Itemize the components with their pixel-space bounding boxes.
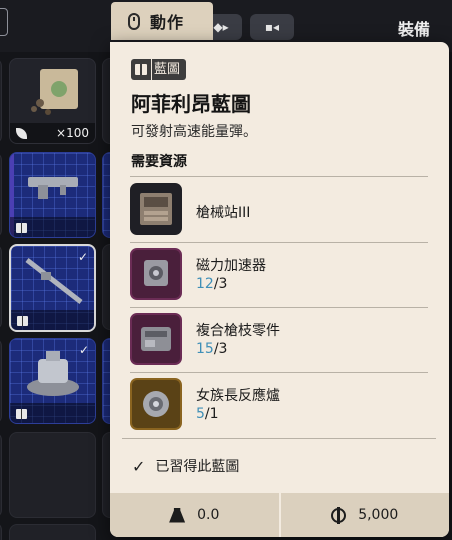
requirement-count: 5/1	[196, 406, 219, 422]
leaf-icon	[16, 128, 27, 139]
slot-footer: ×100	[10, 123, 95, 143]
requirement-name: 磁力加速器	[196, 258, 266, 274]
price-value: 5,000	[358, 507, 399, 523]
learned-status: ✓ 已習得此藍圖	[132, 456, 239, 476]
inventory-slot[interactable]	[0, 152, 2, 238]
slot-footer	[11, 310, 94, 330]
divider	[130, 176, 428, 177]
requirement-row: 磁力加速器 12/3	[130, 243, 428, 307]
blueprint-book-icon	[17, 316, 28, 326]
requirement-count: 15/3	[196, 341, 228, 357]
blueprint-book-icon	[16, 223, 27, 233]
action-tab[interactable]: 動作	[111, 2, 213, 40]
requirement-row: 槍械站III	[130, 178, 428, 242]
checkmark-icon: ✓	[78, 343, 89, 357]
item-type-badge: 藍圖	[131, 59, 187, 80]
rifle-icon	[28, 177, 78, 199]
next-tab-button[interactable]: ▪◂	[250, 14, 294, 40]
equip-tab[interactable]: 裝備	[398, 16, 430, 40]
requirement-name: 槍械站III	[196, 205, 251, 221]
inventory-slot[interactable]	[0, 432, 2, 518]
arrow-right-icon: ◆▸	[213, 20, 229, 34]
inventory-slot[interactable]	[0, 338, 2, 424]
inventory-slot-blueprint-selected[interactable]: ✓	[9, 244, 96, 332]
gun-parts-icon	[130, 313, 182, 365]
requirement-name: 複合槍枝零件	[196, 323, 280, 339]
item-tooltip-panel: 藍圖 阿菲利昂藍圖 可發射高速能量彈。 需要資源 槍械站III 磁力加速器 12…	[110, 42, 449, 537]
requirement-row: 複合槍枝零件 15/3	[130, 308, 428, 372]
reactor-icon	[130, 378, 182, 430]
mouse-icon	[128, 12, 140, 30]
price-info: 5,000	[281, 493, 450, 537]
inventory-slot[interactable]	[0, 58, 2, 144]
divider	[122, 438, 436, 439]
item-description: 可發射高速能量彈。	[131, 124, 257, 140]
weight-icon	[169, 507, 186, 523]
requirement-count: 12/3	[196, 276, 228, 292]
magnetic-accelerator-icon	[130, 248, 182, 300]
inventory-slot[interactable]	[0, 522, 2, 540]
tooltip-footer: 0.0 5,000	[110, 493, 449, 537]
weight-info: 0.0	[110, 493, 279, 537]
inventory-slot-seeds[interactable]: ×100	[9, 58, 96, 144]
weight-value: 0.0	[197, 507, 220, 523]
gun-workbench-icon	[130, 183, 182, 235]
blueprint-book-icon	[131, 59, 151, 80]
action-tab-label: 動作	[150, 13, 185, 32]
search-box-edge[interactable]	[0, 8, 8, 36]
requirement-row: 女族長反應爐 5/1	[130, 373, 428, 437]
inventory-slot[interactable]	[9, 524, 96, 540]
inventory-slot-blueprint[interactable]: ✓	[9, 338, 96, 424]
checkmark-icon: ✓	[132, 456, 146, 476]
item-type-label: 藍圖	[152, 59, 187, 80]
arrow-left-icon: ▪◂	[264, 20, 280, 34]
inventory-slot[interactable]	[9, 432, 96, 518]
requirements-heading: 需要資源	[131, 154, 187, 170]
coin-icon	[331, 506, 347, 524]
slot-footer	[10, 403, 95, 423]
item-title: 阿菲利昂藍圖	[131, 92, 251, 116]
inventory-screen: ◆▸ ▪◂ 裝備 ×100 ✓ ✓ 動作 藍圖 阿菲利昂藍圖 可發射高速能量彈。…	[0, 0, 452, 540]
learned-status-text: 已習得此藍圖	[155, 459, 240, 475]
requirement-name: 女族長反應爐	[196, 388, 280, 404]
inventory-slot-blueprint[interactable]	[9, 152, 96, 238]
checkmark-icon: ✓	[77, 250, 88, 264]
blueprint-book-icon	[16, 409, 27, 419]
item-quantity: ×100	[56, 126, 89, 140]
inventory-slot[interactable]	[0, 244, 2, 330]
seed-pack-icon	[31, 69, 78, 115]
slot-footer	[10, 217, 95, 237]
